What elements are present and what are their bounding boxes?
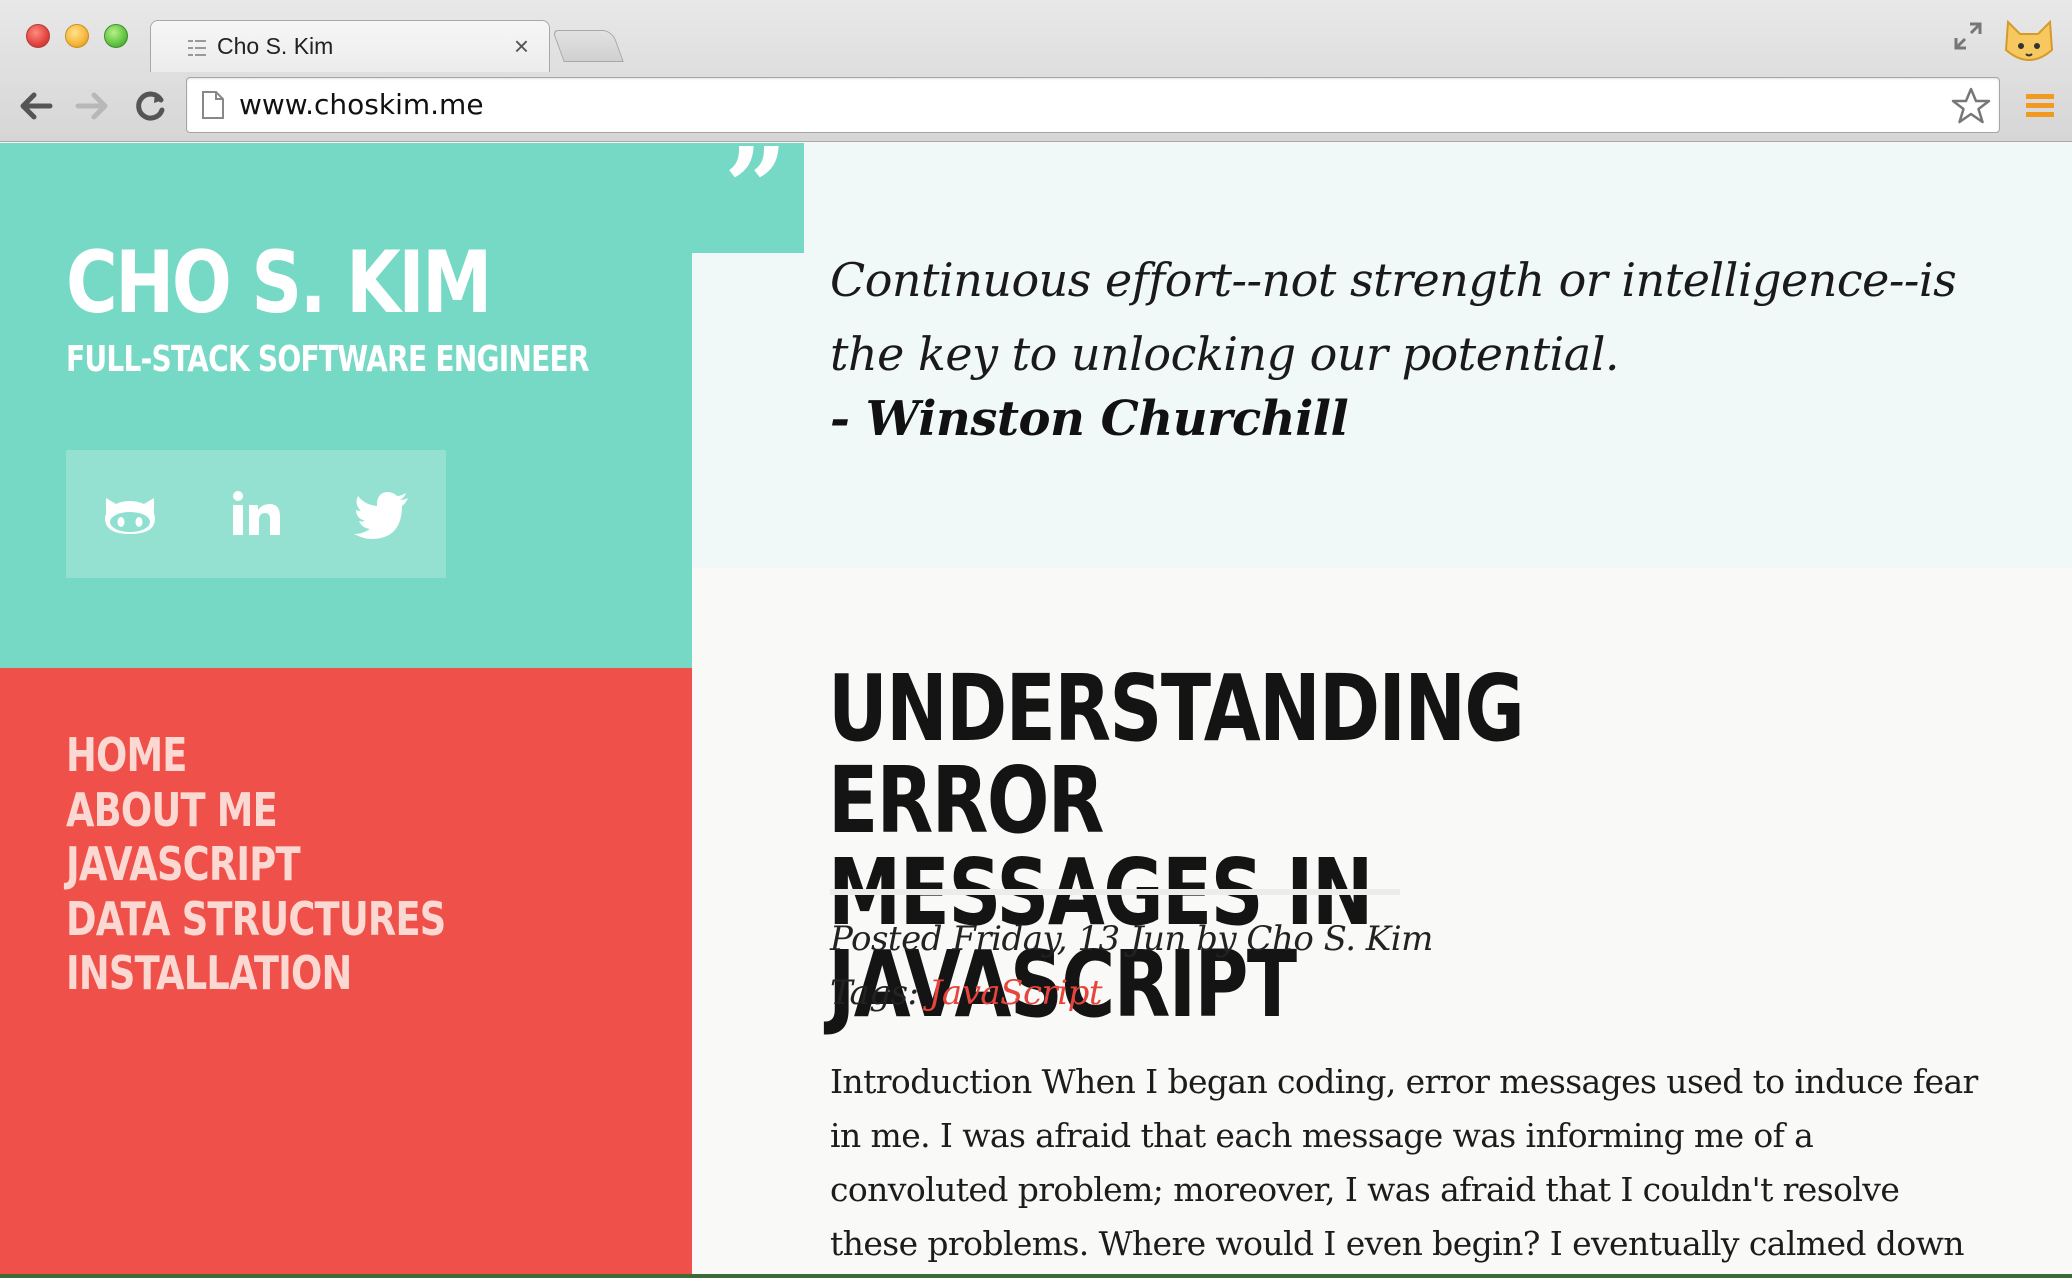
nav-item-data-structures[interactable]: DATA STRUCTURES <box>66 892 446 946</box>
minimize-window-button[interactable] <box>65 24 89 48</box>
post-body: Introduction When I began coding, error … <box>830 1062 1978 1263</box>
browser-toolbar: www.choskim.me <box>0 72 2072 142</box>
reload-icon[interactable] <box>128 84 172 128</box>
twitter-icon[interactable] <box>352 484 412 544</box>
fullscreen-icon[interactable] <box>1952 20 1984 52</box>
webpage: CHO S. KIM FULL-STACK SOFTWARE ENGINEER <box>0 133 2072 1274</box>
quote-mark-badge: ” <box>692 133 804 253</box>
browser-tab[interactable]: Cho S. Kim × <box>150 20 550 72</box>
sidebar-header: CHO S. KIM FULL-STACK SOFTWARE ENGINEER <box>0 143 692 668</box>
social-links <box>66 450 446 578</box>
page-icon <box>202 91 224 119</box>
post-title-line: UNDERSTANDING ERROR <box>828 655 1525 854</box>
nav-item-home[interactable]: HOME <box>66 728 187 782</box>
nav-item-javascript[interactable]: JAVASCRIPT <box>66 837 301 891</box>
sidebar-navigation: HOME ABOUT ME JAVASCRIPT DATA STRUCTURES… <box>0 668 692 1274</box>
nav-item-installation[interactable]: INSTALLATION <box>66 946 352 1000</box>
bookmark-star-icon[interactable] <box>1951 86 1991 126</box>
zoom-window-button[interactable] <box>104 24 128 48</box>
quote-author: - Winston Churchill <box>830 391 1349 447</box>
profile-avatar-icon[interactable] <box>2000 10 2058 68</box>
browser-window: Cho S. Kim × www.choskim.me CHO S. KIM F… <box>0 0 2072 1274</box>
tab-title: Cho S. Kim <box>217 33 334 59</box>
close-tab-icon[interactable]: × <box>514 31 529 62</box>
quote-mark-icon: ” <box>724 123 788 252</box>
address-bar[interactable]: www.choskim.me <box>186 77 2000 133</box>
url-text: www.choskim.me <box>239 88 484 121</box>
title-divider <box>830 889 1400 895</box>
post-tags: Tags: JavaScript <box>830 973 1103 1013</box>
back-arrow-icon[interactable] <box>14 84 58 128</box>
tags-label: Tags: <box>830 973 929 1013</box>
tag-link-javascript[interactable]: JavaScript <box>929 973 1103 1013</box>
forward-arrow-icon[interactable] <box>70 84 114 128</box>
linkedin-icon[interactable] <box>226 484 286 544</box>
close-window-button[interactable] <box>26 24 50 48</box>
site-title[interactable]: CHO S. KIM <box>66 233 492 333</box>
new-tab-button[interactable] <box>552 30 624 62</box>
site-subtitle: FULL-STACK SOFTWARE ENGINEER <box>66 339 590 380</box>
github-icon[interactable] <box>100 484 160 544</box>
nav-item-about-me[interactable]: ABOUT ME <box>66 783 278 837</box>
browser-chrome: Cho S. Kim × www.choskim.me <box>0 0 2072 142</box>
page-icon <box>188 40 206 56</box>
post-meta: Posted Friday, 13 Jun by Cho S. Kim <box>830 919 1433 959</box>
quote-text: Continuous effort--not strength or intel… <box>830 253 1957 381</box>
menu-icon[interactable] <box>2024 90 2056 122</box>
